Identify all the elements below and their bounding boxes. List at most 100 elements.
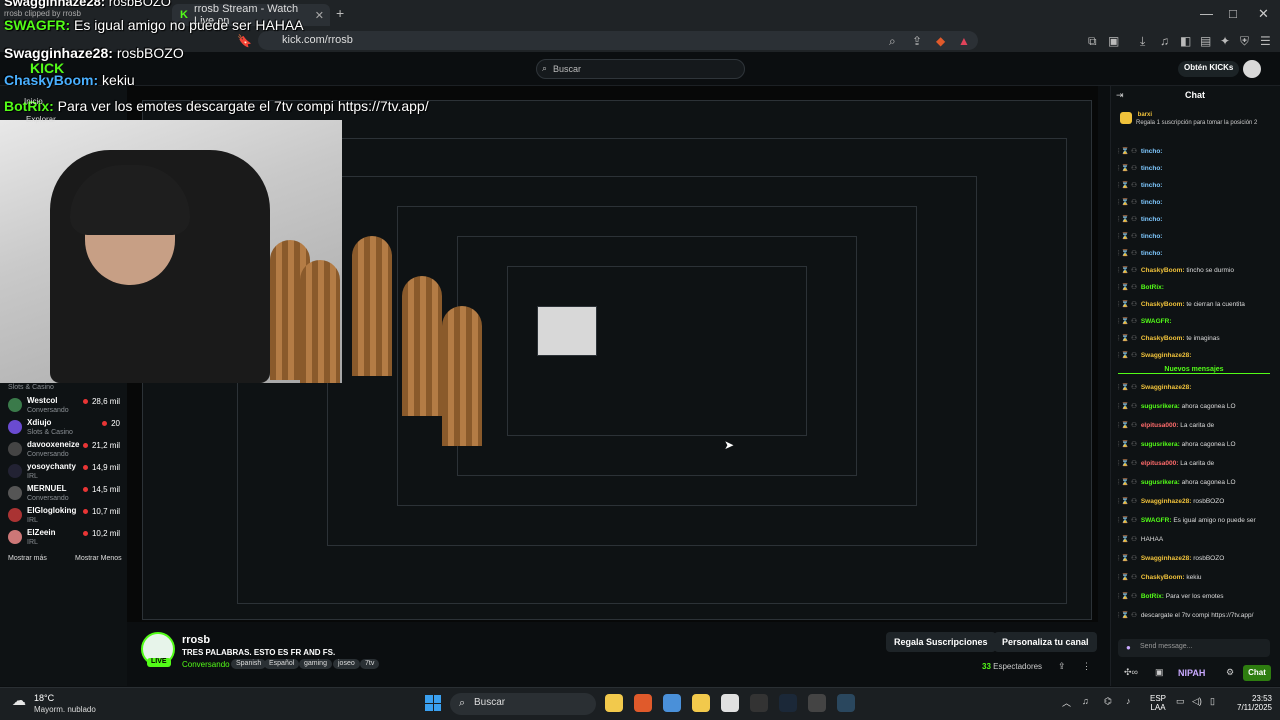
sidebar-channel[interactable]: ElGlogloking IRL 10,7 mil [8,506,120,528]
system-clock[interactable]: 23:53 7/11/2025 [1226,694,1272,712]
chat-username[interactable]: tincho: [1141,165,1163,172]
sidebar-channel[interactable]: Westcol Conversando 28,6 mil [8,396,120,418]
chrome-icon[interactable] [663,694,681,712]
stream-tag[interactable]: Español [264,659,300,669]
chat-message[interactable]: ⦙ ⌛ ⚇ sugusrikera: ahora cagonea LO [1118,440,1276,449]
tray-chevron-icon[interactable]: ︿ [1062,696,1071,709]
mod-actions-icon[interactable]: ⦙ ⌛ ⚇ [1118,536,1137,543]
mod-actions-icon[interactable]: ⦙ ⌛ ⚇ [1118,352,1137,359]
chat-message[interactable]: ⦙ ⌛ ⚇ tincho: [1118,181,1276,190]
chat-username[interactable]: tincho: [1141,233,1163,240]
gift-icon[interactable]: ▣ [1155,667,1164,678]
mod-actions-icon[interactable]: ⦙ ⌛ ⚇ [1118,284,1137,291]
streamer-name[interactable]: rrosb [182,634,210,646]
mod-actions-icon[interactable]: ⦙ ⌛ ⚇ [1118,593,1137,600]
chat-username[interactable]: ChaskyBoom: [1141,335,1185,342]
language-indicator[interactable]: ESP LAA [1148,694,1168,712]
show-more-link[interactable]: Mostrar más [8,555,47,562]
chat-username[interactable]: tincho: [1141,182,1163,189]
weather-icon[interactable]: ☁ [12,692,26,709]
share-icon[interactable]: ⇪ [912,34,922,48]
mod-actions-icon[interactable]: ⦙ ⌛ ⚇ [1118,422,1137,429]
close-window-button[interactable]: ✕ [1258,6,1269,22]
customize-channel-button[interactable]: Personaliza tu canal [994,632,1097,652]
gift-subs-button[interactable]: Regala Suscripciones [886,632,996,652]
menu-icon[interactable]: ☰ [1260,34,1271,48]
stream-tag[interactable]: joseo [333,659,360,669]
chat-message[interactable]: ⦙ ⌛ ⚇ SWAGFR: Es igual amigo no puede se… [1118,516,1276,525]
stream-tag[interactable]: gaming [299,659,332,669]
chat-message[interactable]: ⦙ ⌛ ⚇ HAHAA [1118,535,1276,544]
mod-actions-icon[interactable]: ⦙ ⌛ ⚇ [1118,199,1137,206]
sidebar-toggle-icon[interactable]: ▣ [1108,34,1119,48]
file-explorer-icon[interactable] [605,694,623,712]
chat-message[interactable]: ⦙ ⌛ ⚇ Swagginhaze28: [1118,383,1276,392]
chat-message[interactable]: ⦙ ⌛ ⚇ elpitusa000: La carita de [1118,459,1276,468]
steam2-icon[interactable] [837,694,855,712]
sidebar-channel[interactable]: ElZeein IRL 10,2 mil [8,528,120,550]
mod-actions-icon[interactable]: ⦙ ⌛ ⚇ [1118,403,1137,410]
chat-username[interactable]: Swagginhaze28: [1141,384,1192,391]
chat-message[interactable]: ⦙ ⌛ ⚇ descargate el 7tv compi https://7t… [1118,611,1276,620]
brave-shield-icon[interactable]: ◆ [936,34,945,48]
mod-actions-icon[interactable]: ⦙ ⌛ ⚇ [1118,267,1137,274]
mod-actions-icon[interactable]: ⦙ ⌛ ⚇ [1118,460,1137,467]
mod-actions-icon[interactable]: ⦙ ⌛ ⚇ [1118,335,1137,342]
chat-username[interactable]: ChaskyBoom: [1141,574,1185,581]
epic-icon[interactable] [750,694,768,712]
new-tab-button[interactable]: + [336,5,344,21]
vpn-icon[interactable]: ⛨ [1240,34,1249,49]
chat-message[interactable]: ⦙ ⌛ ⚇ Swagginhaze28: rosbBOZO [1118,497,1276,506]
user-avatar[interactable] [1243,60,1261,78]
chat-message[interactable]: ⦙ ⌛ ⚇ SWAGFR: [1118,317,1276,326]
steam-icon[interactable] [779,694,797,712]
chat-username[interactable]: Swagginhaze28: [1141,555,1192,562]
headset-icon[interactable]: ♫ [1082,696,1089,706]
tab-close-icon[interactable]: ✕ [315,9,324,22]
get-kicks-button[interactable]: Obtén KICKs [1178,61,1240,77]
chat-username[interactable]: tincho: [1141,199,1163,206]
chat-message[interactable]: ⦙ ⌛ ⚇ ChaskyBoom: te cierran la cuentita [1118,300,1276,309]
chat-username[interactable]: ChaskyBoom: [1141,301,1185,308]
chat-input[interactable]: Send message... [1118,639,1270,657]
chat-message[interactable]: ⦙ ⌛ ⚇ tincho: [1118,215,1276,224]
chat-message[interactable]: ⦙ ⌛ ⚇ tincho: [1118,232,1276,241]
wallet-icon[interactable]: ▤ [1200,34,1211,48]
chat-message[interactable]: ⦙ ⌛ ⚇ ChaskyBoom: kekiu [1118,573,1276,582]
chat-message[interactable]: ⦙ ⌛ ⚇ elpitusa000: La carita de [1118,421,1276,430]
chat-message[interactable]: ⦙ ⌛ ⚇ tincho: [1118,147,1276,156]
chat-username[interactable]: Swagginhaze28: [1141,352,1192,359]
mod-actions-icon[interactable]: ⦙ ⌛ ⚇ [1118,165,1137,172]
mod-actions-icon[interactable]: ⦙ ⌛ ⚇ [1118,517,1137,524]
sidebar-channel[interactable]: MERNUEL Conversando 14,5 mil [8,484,120,506]
chat-message[interactable]: ⦙ ⌛ ⚇ sugusrikera: ahora cagonea LO [1118,478,1276,487]
search-input[interactable]: Buscar [536,59,745,79]
folder-icon[interactable] [692,694,710,712]
taskbar-search[interactable]: Buscar [450,693,596,715]
emote-icon[interactable]: ● [1126,643,1131,652]
mod-actions-icon[interactable]: ⦙ ⌛ ⚇ [1118,182,1137,189]
mod-actions-icon[interactable]: ⦙ ⌛ ⚇ [1118,574,1137,581]
mod-actions-icon[interactable]: ⦙ ⌛ ⚇ [1118,233,1137,240]
nav-explore[interactable]: Explorar [26,115,56,124]
chat-username[interactable]: elpitusa000: [1141,422,1179,429]
chat-username[interactable]: sugusrikera: [1141,441,1180,448]
weather-desc[interactable]: Mayorm. nublado [34,705,96,714]
mod-actions-icon[interactable]: ⦙ ⌛ ⚇ [1118,479,1137,486]
stream-category[interactable]: Conversando [182,660,230,669]
chat-username[interactable]: BotRix: [1141,284,1164,291]
nav-home[interactable]: Inicio [24,97,43,106]
brave-rewards-icon[interactable]: ▲ [958,34,970,48]
mod-actions-icon[interactable]: ⦙ ⌛ ⚇ [1118,612,1137,619]
chat-message[interactable]: ⦙ ⌛ ⚇ tincho: [1118,249,1276,258]
show-less-link[interactable]: Mostrar Menos [75,555,122,562]
obs-icon[interactable] [808,694,826,712]
mod-actions-icon[interactable]: ⦙ ⌛ ⚇ [1118,250,1137,257]
more-options-icon[interactable]: ⋮ [1082,661,1091,672]
chat-message[interactable]: ⦙ ⌛ ⚇ BotRix: Para ver los emotes [1118,592,1276,601]
chat-message[interactable]: ⦙ ⌛ ⚇ ChaskyBoom: te imaginas [1118,334,1276,343]
zoom-icon[interactable]: ⌕ [889,34,896,49]
mod-actions-icon[interactable]: ⦙ ⌛ ⚇ [1118,301,1137,308]
mod-actions-icon[interactable]: ⦙ ⌛ ⚇ [1118,318,1137,325]
volume-icon[interactable]: ◁) [1192,696,1202,707]
